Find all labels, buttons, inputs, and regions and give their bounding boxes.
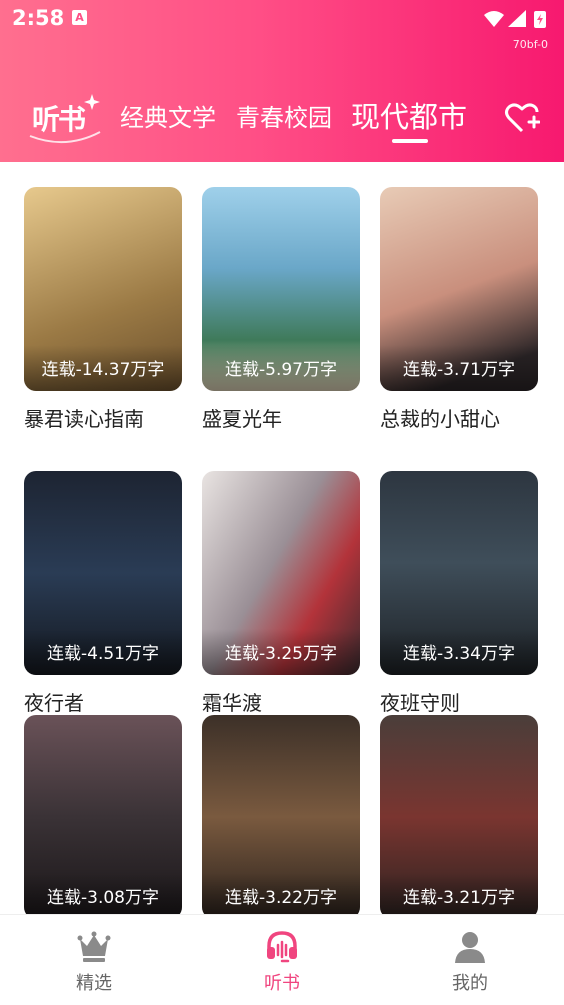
word-count-badge: 连载-3.22万字 xyxy=(202,873,360,914)
nav-label: 精选 xyxy=(76,973,112,994)
crown-icon xyxy=(77,931,111,962)
notification-icon: A xyxy=(72,10,87,25)
book-cover[interactable]: 连载-4.51万字 xyxy=(24,471,182,675)
book-grid: 连载-14.37万字 暴君读心指南 连载-5.97万字 盛夏光年 连载-3.71… xyxy=(0,162,564,914)
word-count-badge: 连载-3.34万字 xyxy=(380,629,538,675)
app-logo: 听书 xyxy=(26,92,106,144)
book-cover[interactable]: 连载-3.71万字 xyxy=(380,187,538,391)
book-title: 暴君读心指南 xyxy=(24,407,144,431)
book-cover[interactable]: 连载-5.97万字 xyxy=(202,187,360,391)
word-count-badge: 连载-3.21万字 xyxy=(380,873,538,914)
book-card[interactable]: 连载-3.71万字 总裁的小甜心 xyxy=(380,187,538,432)
nav-label: 听书 xyxy=(264,973,300,994)
book-title: 总裁的小甜心 xyxy=(380,407,500,431)
status-time: 2:58 xyxy=(12,6,65,30)
status-bar: 2:58 A 70bf-0 xyxy=(0,0,564,51)
user-icon xyxy=(455,932,485,963)
word-count-badge: 连载-3.71万字 xyxy=(380,345,538,391)
book-card[interactable]: 连载-5.97万字 盛夏光年 xyxy=(202,187,360,432)
book-card[interactable]: 连载-3.25万字 霜华渡 xyxy=(202,471,360,716)
word-count-badge: 连载-3.25万字 xyxy=(202,629,360,675)
signal-icon xyxy=(508,10,526,27)
book-card[interactable]: 连载-3.34万字 夜班守则 xyxy=(380,471,538,716)
book-cover[interactable]: 连载-3.34万字 xyxy=(380,471,538,675)
nav-featured[interactable]: 精选 xyxy=(0,915,188,1005)
word-count-badge: 连载-4.51万字 xyxy=(24,629,182,675)
book-card[interactable]: 连载-3.22万字 xyxy=(202,715,360,914)
book-title: 盛夏光年 xyxy=(202,407,282,431)
word-count-badge: 连载-14.37万字 xyxy=(24,345,182,391)
book-title: 夜班守则 xyxy=(380,691,460,715)
headphones-icon xyxy=(267,931,297,963)
book-cover[interactable]: 连载-3.25万字 xyxy=(202,471,360,675)
book-card[interactable]: 连载-3.21万字 xyxy=(380,715,538,914)
nav-label: 我的 xyxy=(452,973,488,994)
word-count-badge: 连载-3.08万字 xyxy=(24,873,182,914)
book-card[interactable]: 连载-4.51万字 夜行者 xyxy=(24,471,182,716)
active-tab-indicator xyxy=(392,139,428,143)
bottom-navigation: 精选 听书 我的 xyxy=(0,914,564,1005)
book-card[interactable]: 连载-14.37万字 暴君读心指南 xyxy=(24,187,182,432)
book-cover[interactable]: 连载-3.21万字 xyxy=(380,715,538,914)
tab-modern-city[interactable]: 现代都市 xyxy=(351,94,467,136)
book-title: 霜华渡 xyxy=(202,691,262,715)
tab-youth-campus[interactable]: 青春校园 xyxy=(236,98,332,133)
book-cover[interactable]: 连载-14.37万字 xyxy=(24,187,182,391)
nav-mine[interactable]: 我的 xyxy=(376,915,564,1005)
book-title: 夜行者 xyxy=(24,691,84,715)
top-header: 2:58 A 70bf-0 听书 经典文学 青春校园 现代都市 xyxy=(0,0,564,162)
book-cover[interactable]: 连载-3.22万字 xyxy=(202,715,360,914)
heart-plus-icon[interactable] xyxy=(504,100,540,136)
build-label: 70bf-0 xyxy=(512,38,548,51)
logo-text: 听书 xyxy=(32,103,86,136)
system-status-icons xyxy=(484,10,546,28)
tab-classic-literature[interactable]: 经典文学 xyxy=(120,98,216,133)
book-cover[interactable]: 连载-3.08万字 xyxy=(24,715,182,914)
wifi-icon xyxy=(484,11,504,27)
book-card[interactable]: 连载-3.08万字 xyxy=(24,715,182,914)
nav-listen[interactable]: 听书 xyxy=(188,915,376,1005)
word-count-badge: 连载-5.97万字 xyxy=(202,345,360,391)
